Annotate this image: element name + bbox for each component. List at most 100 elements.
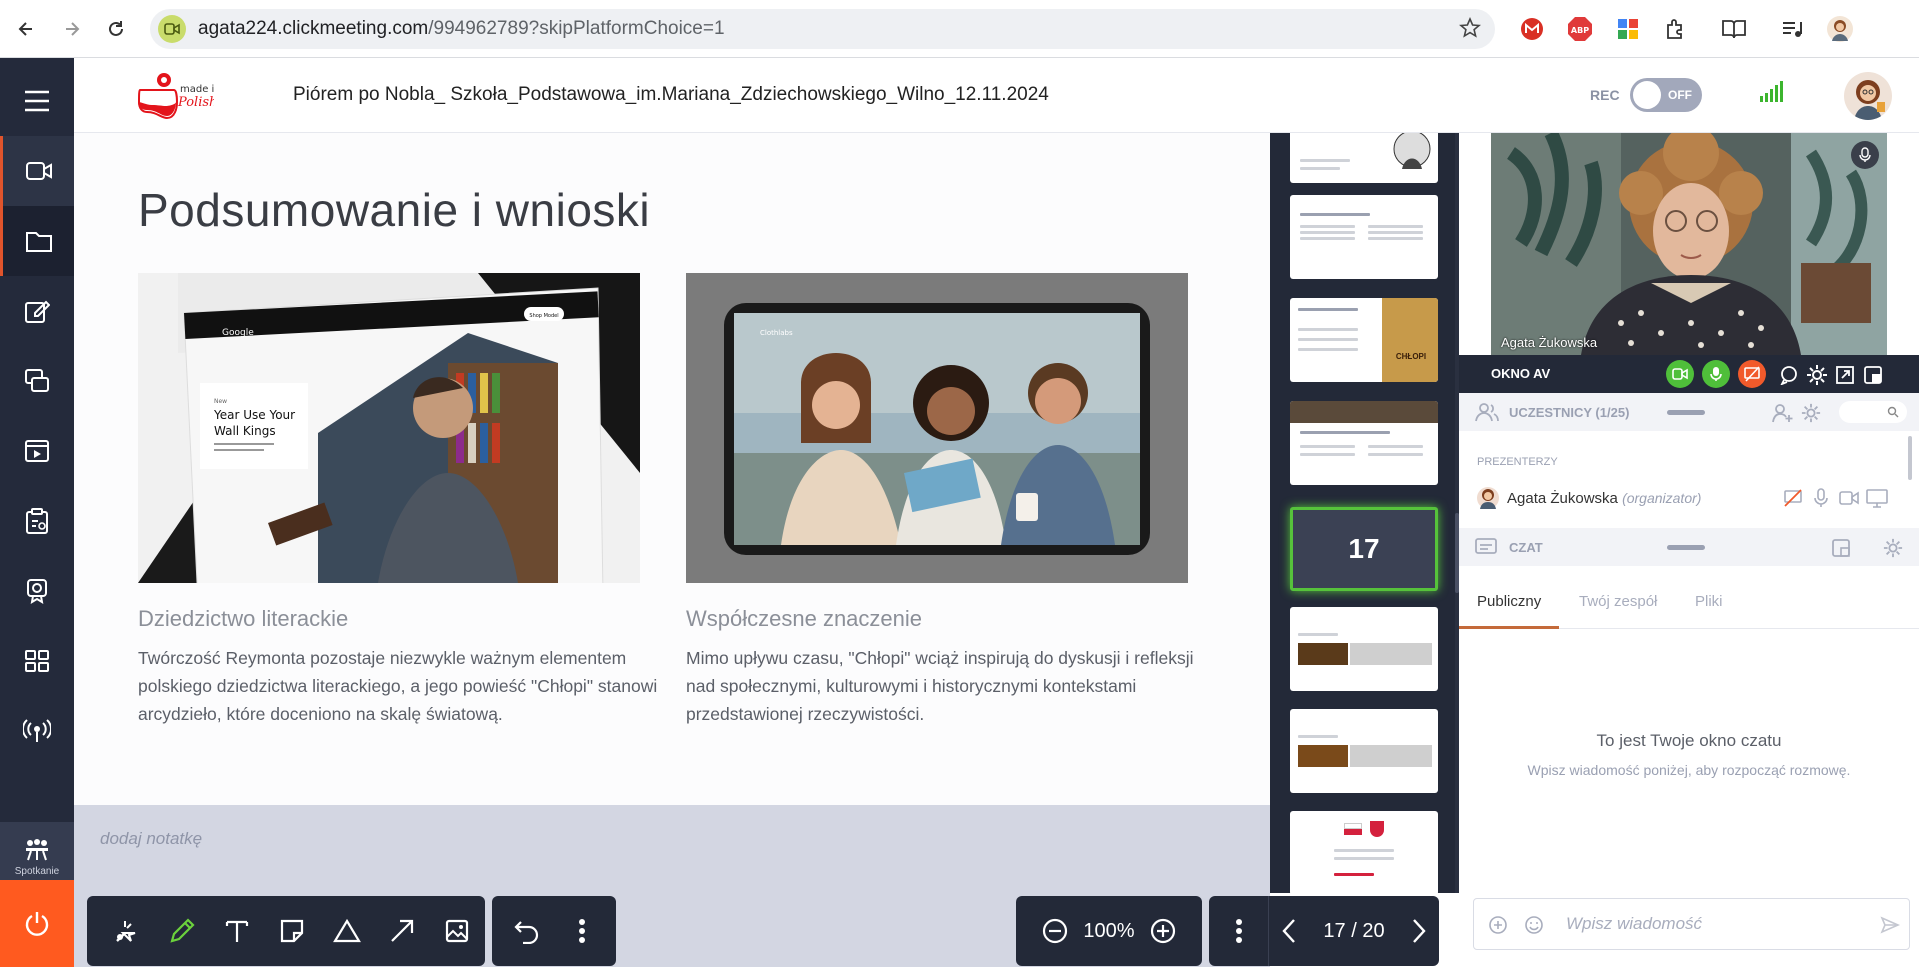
- site-info-icon[interactable]: [158, 15, 186, 43]
- participants-header[interactable]: UCZESTNICY (1/25): [1459, 393, 1919, 431]
- undo-button[interactable]: [499, 896, 554, 966]
- more-tools-button[interactable]: [554, 896, 609, 966]
- next-slide-button[interactable]: [1399, 896, 1439, 966]
- menu-button[interactable]: [0, 66, 74, 136]
- chat-empty-title: To jest Twoje okno czatu: [1596, 731, 1782, 750]
- slide-thumbnail[interactable]: CHŁOPI: [1290, 298, 1438, 382]
- notes-placeholder: dodaj notatkę: [100, 829, 203, 848]
- tab-files[interactable]: Pliki: [1695, 593, 1723, 610]
- address-bar[interactable]: agata224.clickmeeting.com/994962789?skip…: [150, 9, 1495, 49]
- reading-mode-icon[interactable]: [1717, 12, 1751, 46]
- av-resize-button[interactable]: [1833, 363, 1857, 387]
- invite-participant-button[interactable]: [1771, 401, 1795, 425]
- previous-slide-button[interactable]: [1269, 896, 1309, 966]
- slide-thumbnail-current[interactable]: 17: [1290, 507, 1438, 591]
- sidebar-item-video-play[interactable]: [0, 416, 74, 486]
- media-queue-icon[interactable]: [1775, 12, 1809, 46]
- reload-button[interactable]: [96, 9, 136, 49]
- microphone-toggle-button[interactable]: [1702, 360, 1730, 388]
- slide-thumbnail[interactable]: [1290, 811, 1438, 893]
- sidebar-item-av[interactable]: [0, 136, 74, 206]
- webcam-video[interactable]: [1491, 133, 1887, 355]
- broadcast-icon: [23, 719, 51, 742]
- participants-search[interactable]: [1839, 401, 1907, 423]
- participant-microphone-icon[interactable]: [1809, 487, 1833, 509]
- slide-thumbnail[interactable]: [1290, 401, 1438, 485]
- right-column-heading: Współczesne znaczenie: [686, 606, 923, 631]
- plus-circle-icon: [1150, 918, 1176, 944]
- participant-screen-off-icon[interactable]: [1781, 487, 1805, 509]
- chat-send-button[interactable]: [1878, 913, 1902, 937]
- participants-scrollbar[interactable]: [1908, 436, 1912, 480]
- zoom-in-button[interactable]: [1141, 896, 1185, 966]
- slide-thumbnail[interactable]: [1290, 133, 1438, 183]
- sidebar-item-survey[interactable]: [0, 486, 74, 556]
- shape-tool[interactable]: [319, 896, 374, 966]
- participants-settings-button[interactable]: [1799, 401, 1823, 425]
- profile-avatar-icon[interactable]: [1823, 12, 1857, 46]
- av-settings-button[interactable]: [1805, 363, 1829, 387]
- participants-resize-grip[interactable]: [1667, 410, 1705, 415]
- microphone-icon: [1859, 147, 1871, 162]
- video-camera-icon: [164, 23, 180, 35]
- image-tool[interactable]: [429, 896, 484, 966]
- presentation-slide[interactable]: Podsumowanie i wnioski Google Shop Model…: [74, 133, 1270, 805]
- microphone-icon: [1710, 367, 1722, 381]
- arrow-diagonal-icon: [390, 919, 413, 942]
- sticky-note-tool[interactable]: [264, 896, 319, 966]
- mail-extension-icon[interactable]: [1515, 12, 1549, 46]
- sidebar-item-broadcast[interactable]: [0, 696, 74, 766]
- meeting-label: Spotkanie: [14, 865, 60, 877]
- bookmark-star-icon[interactable]: [1459, 16, 1481, 45]
- leave-meeting-button[interactable]: [0, 880, 74, 967]
- recording-toggle[interactable]: OFF: [1630, 78, 1702, 112]
- chat-attach-button[interactable]: [1486, 913, 1510, 937]
- av-chat-button[interactable]: [1777, 363, 1801, 387]
- sidebar-item-test[interactable]: [0, 556, 74, 626]
- chat-resize-grip[interactable]: [1667, 545, 1705, 550]
- sidebar-item-files[interactable]: [0, 206, 74, 276]
- chat-popout-button[interactable]: [1829, 536, 1853, 560]
- screen-share-off-button[interactable]: [1738, 360, 1766, 388]
- participant-desktop-icon[interactable]: [1865, 487, 1889, 509]
- participant-camera-icon[interactable]: [1837, 487, 1861, 509]
- camera-toggle-button[interactable]: [1666, 360, 1694, 388]
- image-icon: [445, 919, 468, 943]
- sidebar-item-apps[interactable]: [0, 626, 74, 696]
- laser-pointer-icon: [115, 921, 135, 942]
- screen-share-icon: [25, 369, 49, 392]
- colorful-extension-icon[interactable]: [1611, 12, 1645, 46]
- pen-tool[interactable]: [154, 896, 209, 966]
- slide-thumbnail[interactable]: [1290, 607, 1438, 691]
- chat-header[interactable]: CZAT: [1459, 528, 1919, 566]
- text-tool[interactable]: [209, 896, 264, 966]
- av-window-label: OKNO AV: [1491, 366, 1551, 381]
- adblock-extension-icon[interactable]: ABP: [1563, 12, 1597, 46]
- sidebar-item-whiteboard[interactable]: [0, 276, 74, 346]
- chat-header-label: CZAT: [1509, 540, 1543, 555]
- zoom-out-button[interactable]: [1033, 896, 1077, 966]
- puzzle-extensions-icon[interactable]: [1659, 12, 1693, 46]
- video-play-icon: [25, 440, 49, 462]
- chat-settings-button[interactable]: [1881, 536, 1905, 560]
- user-avatar[interactable]: [1844, 72, 1892, 120]
- av-popout-button[interactable]: [1861, 363, 1885, 387]
- camera-icon: [1672, 368, 1688, 380]
- triangle-icon: [332, 918, 361, 943]
- back-button[interactable]: [6, 9, 46, 49]
- chat-message-input[interactable]: [1566, 911, 1866, 937]
- toggle-knob: [1633, 81, 1661, 109]
- participant-row[interactable]: Agata Żukowska (organizator): [1459, 478, 1919, 518]
- forward-button[interactable]: [52, 9, 92, 49]
- laser-pointer-tool[interactable]: [99, 896, 154, 966]
- slide-options-button[interactable]: [1209, 896, 1269, 966]
- slide-thumbnail[interactable]: [1290, 195, 1438, 279]
- arrow-tool[interactable]: [374, 896, 429, 966]
- participant-name: Agata Żukowska (organizator): [1507, 490, 1702, 507]
- tab-team[interactable]: Twój zespół: [1579, 593, 1657, 610]
- sidebar-item-screenshare[interactable]: [0, 346, 74, 416]
- slide-thumbnails: CHŁOPI 17: [1270, 133, 1456, 893]
- slide-thumbnail[interactable]: [1290, 709, 1438, 793]
- chat-emoji-button[interactable]: [1522, 913, 1546, 937]
- tab-public[interactable]: Publiczny: [1477, 593, 1541, 610]
